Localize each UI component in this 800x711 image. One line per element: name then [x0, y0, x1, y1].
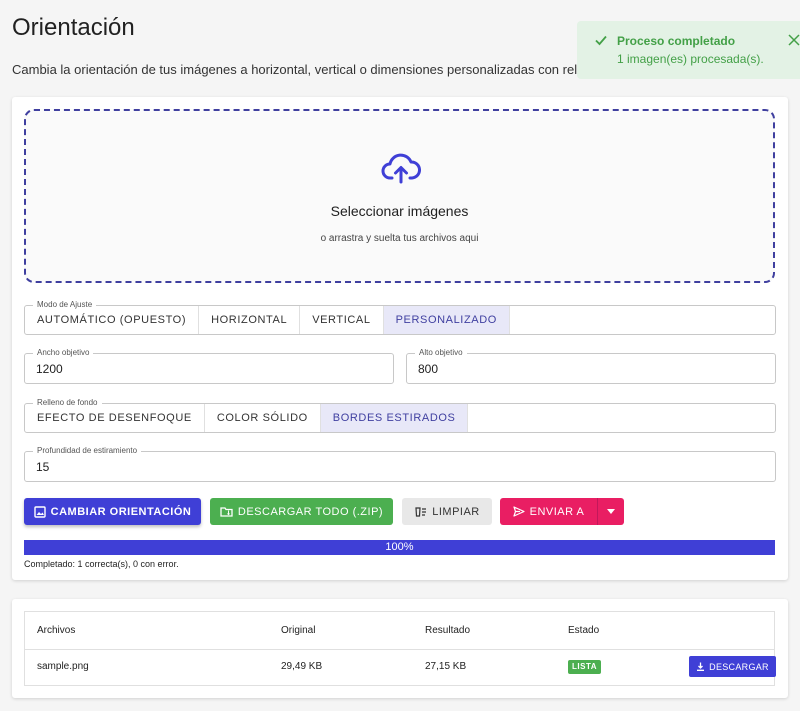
header-divider	[25, 649, 774, 650]
column-header-status: Estado	[568, 625, 600, 636]
success-toast: Proceso completado 1 imagen(es) procesad…	[577, 21, 800, 79]
download-file-label: DESCARGAR	[709, 661, 769, 672]
stretch-depth-field[interactable]: Profundidad de estiramiento 15	[24, 446, 776, 482]
send-to-dropdown-button[interactable]	[597, 498, 624, 525]
download-all-button[interactable]: DESCARGAR TODO (.ZIP)	[210, 498, 393, 525]
fit-mode-label: Modo de Ajuste	[33, 300, 97, 310]
download-icon	[697, 662, 705, 671]
check-icon	[595, 35, 607, 46]
target-width-value: 1200	[36, 362, 63, 376]
clear-button[interactable]: LIMPIAR	[402, 498, 492, 525]
send-to-button[interactable]: ENVIAR A	[500, 498, 597, 525]
close-icon[interactable]	[788, 34, 800, 46]
stretch-depth-value: 15	[36, 460, 50, 474]
page-description: Cambia la orientación de tus imágenes a …	[12, 62, 588, 77]
download-all-label: DESCARGAR TODO (.ZIP)	[237, 505, 384, 518]
toast-title: Proceso completado	[617, 34, 736, 48]
stretch-depth-label: Profundidad de estiramiento	[33, 446, 142, 456]
background-fill-group: Relleno de fondo EFECTO DE DESENFOQUE CO…	[24, 398, 776, 433]
download-file-button[interactable]: DESCARGAR	[689, 656, 776, 677]
settings-card: Seleccionar imágenes o arrastra y suelta…	[12, 97, 788, 580]
target-width-label: Ancho objetivo	[33, 348, 94, 358]
fit-mode-custom[interactable]: PERSONALIZADO	[383, 306, 510, 334]
send-icon	[513, 506, 525, 517]
fill-solid-color[interactable]: COLOR SÓLIDO	[205, 404, 321, 432]
file-dropzone[interactable]: Seleccionar imágenes o arrastra y suelta…	[24, 109, 775, 283]
change-orientation-button[interactable]: CAMBIAR ORIENTACIÓN	[24, 498, 201, 525]
status-badge: LISTA	[568, 660, 602, 674]
page-title: Orientación	[12, 14, 135, 41]
clear-list-icon	[415, 507, 427, 517]
column-header-files: Archivos	[37, 625, 76, 636]
column-header-result: Resultado	[425, 625, 471, 636]
files-card: Archivos Original Resultado Estado sampl…	[12, 599, 788, 698]
file-name: sample.png	[37, 661, 89, 672]
image-icon	[33, 505, 46, 518]
column-header-original: Original	[281, 625, 316, 636]
clear-label: LIMPIAR	[432, 505, 480, 518]
original-size: 29,49 KB	[281, 661, 323, 672]
progress-bar: 100%	[24, 540, 775, 555]
cloud-upload-icon	[381, 153, 421, 184]
change-orientation-label: CAMBIAR ORIENTACIÓN	[50, 505, 192, 518]
result-size: 27,15 KB	[425, 661, 467, 672]
toast-message: 1 imagen(es) procesada(s).	[617, 52, 764, 66]
files-table: Archivos Original Resultado Estado sampl…	[24, 611, 776, 686]
target-height-label: Alto objetivo	[415, 348, 467, 358]
target-height-field[interactable]: Alto objetivo 800	[406, 348, 776, 384]
progress-label: 100%	[385, 541, 414, 553]
target-width-field[interactable]: Ancho objetivo 1200	[24, 348, 394, 384]
dropzone-title: Seleccionar imágenes	[330, 203, 469, 219]
fill-stretched-edges[interactable]: BORDES ESTIRADOS	[320, 404, 469, 432]
fit-mode-vertical[interactable]: VERTICAL	[300, 306, 384, 334]
caret-down-icon	[607, 509, 615, 514]
send-to-label: ENVIAR A	[529, 505, 585, 518]
dropzone-subtitle: o arrastra y suelta tus archivos aqui	[320, 233, 479, 244]
folder-zip-icon	[220, 507, 233, 517]
target-height-value: 800	[418, 362, 439, 376]
fit-mode-automatic[interactable]: AUTOMÁTICO (OPUESTO)	[25, 306, 200, 334]
fit-mode-group: Modo de Ajuste AUTOMÁTICO (OPUESTO) HORI…	[24, 300, 776, 335]
fill-blur-effect[interactable]: EFECTO DE DESENFOQUE	[25, 404, 205, 432]
background-fill-label: Relleno de fondo	[33, 398, 102, 408]
process-status: Completado: 1 correcta(s), 0 con error.	[24, 559, 179, 569]
fit-mode-horizontal[interactable]: HORIZONTAL	[199, 306, 301, 334]
